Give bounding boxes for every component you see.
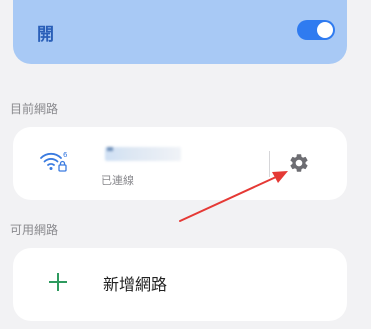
- network-settings-button[interactable]: [287, 151, 311, 175]
- add-network-label: 新增網路: [103, 275, 168, 294]
- network-status: 已連線: [101, 174, 134, 187]
- plus-icon: [49, 273, 67, 291]
- current-network-item[interactable]: 6 已連線: [13, 127, 347, 200]
- svg-text:6: 6: [63, 151, 68, 159]
- wifi-toggle-switch[interactable]: [297, 20, 335, 40]
- vertical-divider: [269, 151, 270, 177]
- available-networks-heading: 可用網路: [10, 223, 59, 237]
- add-network-item[interactable]: 新增網路: [13, 248, 347, 321]
- wifi-state-label: 開: [37, 25, 54, 45]
- gear-icon: [290, 154, 308, 172]
- current-network-heading: 目前網路: [10, 102, 59, 116]
- network-name-redacted: [105, 147, 181, 161]
- wifi-locked-icon: 6: [39, 149, 69, 177]
- toggle-knob: [317, 22, 333, 38]
- wifi-toggle-row[interactable]: 開: [13, 0, 347, 64]
